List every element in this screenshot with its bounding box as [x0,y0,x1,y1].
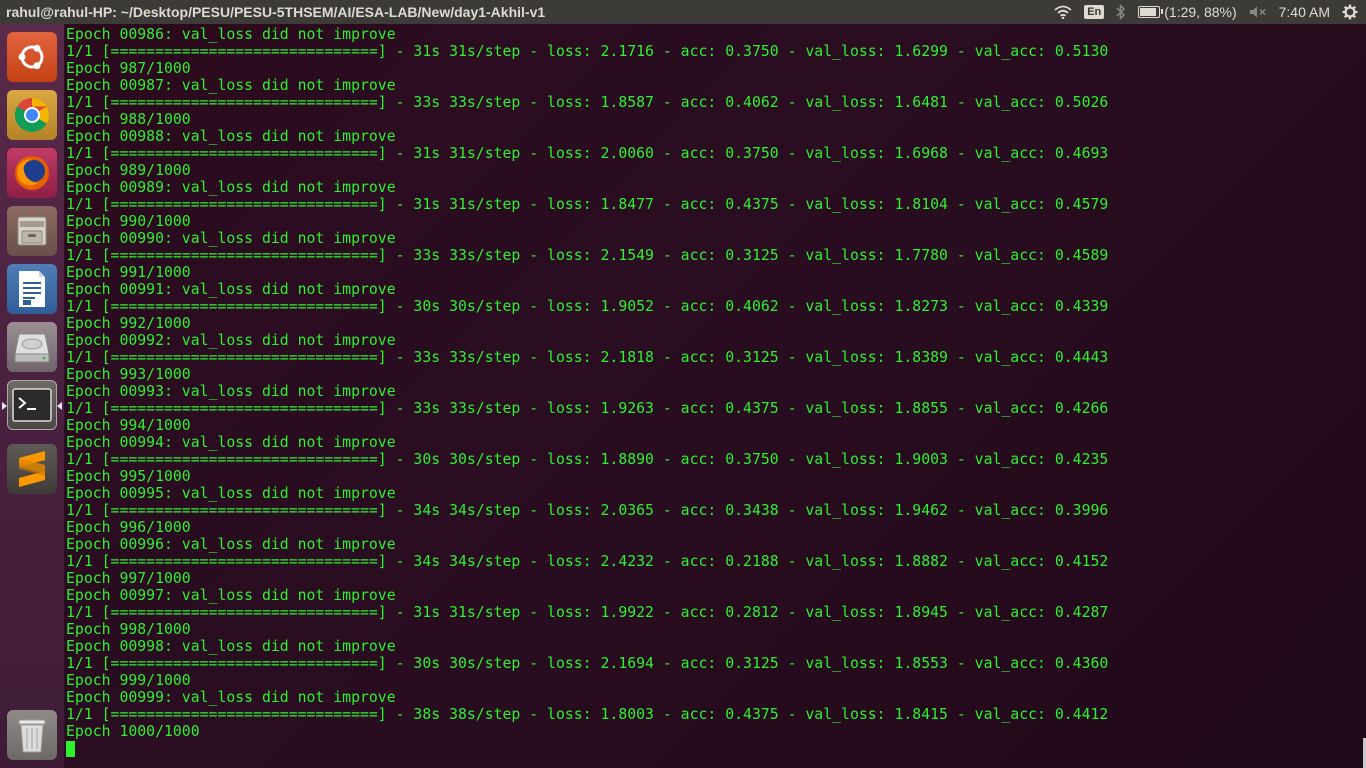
terminal-line: 1/1 [==============================] - 3… [66,655,1109,672]
launcher-chrome[interactable] [7,90,57,140]
bluetooth-icon[interactable] [1116,4,1126,20]
terminal-line: Epoch 993/1000 [66,366,191,383]
terminal-line: 1/1 [==============================] - 3… [66,502,1109,519]
terminal-line: 1/1 [==============================] - 3… [66,247,1109,264]
battery-icon [1138,6,1164,18]
terminal-line: 1/1 [==============================] - 3… [66,400,1109,417]
terminal-cursor [66,741,75,757]
launcher-firefox[interactable] [7,148,57,198]
terminal-line: Epoch 988/1000 [66,111,191,128]
terminal-line: Epoch 989/1000 [66,162,191,179]
terminal-line: 1/1 [==============================] - 3… [66,94,1109,111]
terminal-line: Epoch 998/1000 [66,621,191,638]
terminal-line: Epoch 00999: val_loss did not improve [66,689,396,706]
terminal-line: 1/1 [==============================] - 3… [66,298,1109,315]
indicator-area: En (1:29, 88%) 7:40 AM [1054,0,1358,24]
terminal-line: 1/1 [==============================] - 3… [66,553,1109,570]
terminal-line: Epoch 991/1000 [66,264,191,281]
firefox-icon [15,156,49,190]
terminal-line: Epoch 00987: val_loss did not improve [66,77,396,94]
terminal-line: Epoch 00997: val_loss did not improve [66,587,396,604]
language-badge: En [1084,5,1105,19]
file-cabinet-icon [17,216,47,246]
gear-icon[interactable] [1342,4,1358,20]
terminal-icon [12,388,52,422]
terminal-line: Epoch 00996: val_loss did not improve [66,536,396,553]
sublime-icon [19,451,45,487]
terminal-line: Epoch 996/1000 [66,519,191,536]
launcher-ubuntu-dash[interactable] [7,32,57,82]
launcher-disks[interactable] [7,322,57,372]
terminal-line: 1/1 [==============================] - 3… [66,43,1109,60]
terminal-line: Epoch 1000/1000 [66,723,200,740]
terminal-line: 1/1 [==============================] - 3… [66,451,1109,468]
terminal-line: Epoch 999/1000 [66,672,191,689]
terminal-line: Epoch 00991: val_loss did not improve [66,281,396,298]
ubuntu-logo-icon [18,44,44,70]
terminal-line: Epoch 990/1000 [66,213,191,230]
terminal-line: Epoch 00993: val_loss did not improve [66,383,396,400]
top-panel: rahul@rahul-HP: ~/Desktop/PESU/PESU-5THS… [0,0,1366,24]
volume-muted-icon[interactable] [1249,5,1267,19]
terminal-line: Epoch 00994: val_loss did not improve [66,434,396,451]
terminal-line: 1/1 [==============================] - 3… [66,145,1109,162]
terminal-line: Epoch 00986: val_loss did not improve [66,26,396,43]
chrome-icon [15,98,49,132]
terminal-line: 1/1 [==============================] - 3… [66,349,1109,366]
launcher-terminal[interactable] [2,380,62,430]
battery-indicator[interactable]: (1:29, 88%) [1138,4,1237,20]
terminal-line: Epoch 992/1000 [66,315,191,332]
terminal-line: Epoch 00989: val_loss did not improve [66,179,396,196]
hard-drive-icon [14,333,50,363]
terminal-window[interactable]: Epoch 00986: val_loss did not improve 1/1… [65,24,1366,768]
launcher-sublime-text[interactable] [7,444,57,494]
wifi-icon[interactable] [1054,5,1072,19]
launcher-files[interactable] [7,206,57,256]
terminal-prompt-line [66,740,1108,757]
battery-text: (1:29, 88%) [1164,4,1237,20]
terminal-line: Epoch 00988: val_loss did not improve [66,128,396,145]
keyboard-language-indicator[interactable]: En [1084,5,1105,19]
clock[interactable]: 7:40 AM [1279,4,1330,20]
launcher [0,24,65,768]
terminal-line: Epoch 00992: val_loss did not improve [66,332,396,349]
terminal-line: 1/1 [==============================] - 3… [66,196,1109,213]
terminal-line: Epoch 00990: val_loss did not improve [66,230,396,247]
terminal-line: Epoch 00995: val_loss did not improve [66,485,396,502]
terminal-line: Epoch 987/1000 [66,60,191,77]
terminal-line: Epoch 00998: val_loss did not improve [66,638,396,655]
terminal-line: Epoch 995/1000 [66,468,191,485]
trash-icon [18,719,46,753]
terminal-line: Epoch 997/1000 [66,570,191,587]
terminal-line: 1/1 [==============================] - 3… [66,706,1109,723]
terminal-output: Epoch 00986: val_loss did not improve 1/1… [66,26,1108,757]
window-title: rahul@rahul-HP: ~/Desktop/PESU/PESU-5THS… [6,4,546,20]
launcher-trash[interactable] [7,710,57,760]
document-icon [19,271,45,307]
terminal-line: 1/1 [==============================] - 3… [66,604,1109,621]
launcher-libreoffice-writer[interactable] [7,264,57,314]
terminal-line: Epoch 994/1000 [66,417,191,434]
